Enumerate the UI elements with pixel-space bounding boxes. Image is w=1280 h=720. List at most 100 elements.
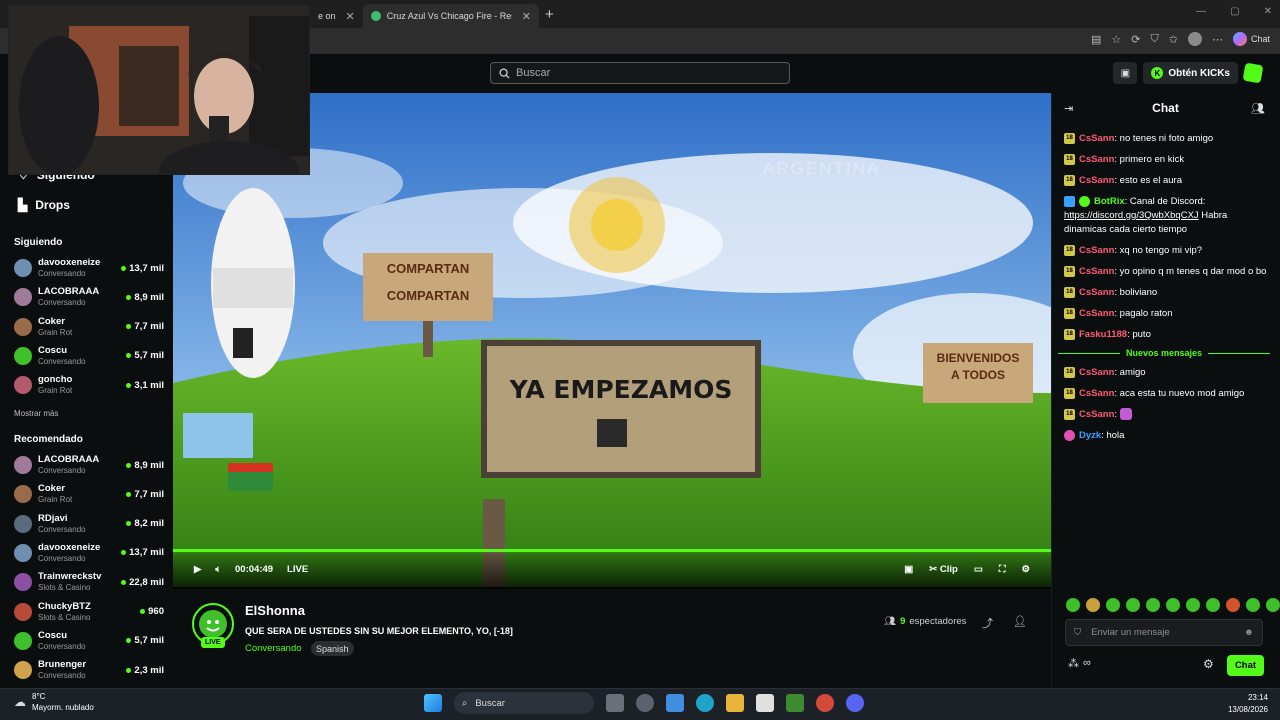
windows-start-icon[interactable] <box>424 694 442 712</box>
chat-username[interactable]: CsSann <box>1079 308 1114 319</box>
streamer-name[interactable]: ElShonna <box>245 603 305 618</box>
chat-badge-icon: 18 <box>1064 366 1075 378</box>
sidebar-channel[interactable]: Coscu Conversando 5,7 mil <box>14 627 164 655</box>
sidebar-item-drops[interactable]: ▙ Drops <box>18 198 70 212</box>
close-icon[interactable]: ✕ <box>346 10 355 23</box>
emote-icon[interactable] <box>1066 598 1080 612</box>
sidebar-channel[interactable]: Coker Grain Rot 7,7 mil <box>14 480 164 508</box>
chat-username[interactable]: CsSann <box>1079 266 1114 277</box>
sidebar-channel[interactable]: Brunenger Conversando 2,3 mil <box>14 656 164 684</box>
shield-icon[interactable]: ⛉ <box>1151 33 1159 46</box>
emote-icon[interactable] <box>1166 598 1180 612</box>
more-icon[interactable]: ⋯ <box>1212 33 1223 46</box>
live-label[interactable]: LIVE <box>287 564 308 575</box>
channel-meta: Brunenger Conversando <box>38 659 120 681</box>
favorites-icon[interactable]: ✩ <box>1169 33 1178 46</box>
share-icon[interactable]: ⤴ <box>982 615 993 631</box>
emote-icon[interactable] <box>1266 598 1280 612</box>
settings-icon[interactable]: ⚙ <box>1021 564 1030 575</box>
emote-icon[interactable] <box>1106 598 1120 612</box>
emote-icon[interactable] <box>1206 598 1220 612</box>
language-tag[interactable]: Spanish <box>311 641 354 656</box>
chat-username[interactable]: CsSann <box>1079 287 1114 298</box>
chat-username[interactable]: CsSann <box>1079 154 1114 165</box>
channel-avatar <box>14 661 32 680</box>
chrome-icon[interactable] <box>816 694 834 712</box>
weather-widget[interactable]: ☁ 8°C Mayorm. nublado <box>14 691 94 713</box>
chat-username[interactable]: CsSann <box>1079 175 1114 186</box>
search-input[interactable]: Buscar <box>490 62 790 84</box>
system-clock[interactable]: 23:14 13/08/2026 <box>1228 692 1268 716</box>
chat-username[interactable]: CsSann <box>1079 367 1114 378</box>
chat-text: amigo <box>1119 367 1146 378</box>
store-icon[interactable] <box>666 694 684 712</box>
chat-users-icon[interactable]: 👥︎ <box>1251 102 1265 115</box>
sidebar-channel[interactable]: RDjavi Conversando 8,2 mil <box>14 510 164 538</box>
chat-message-input[interactable]: ⛉ Enviar un mensaje ☻ <box>1065 619 1263 646</box>
chat-username[interactable]: Dyzk <box>1079 430 1101 441</box>
fullscreen-icon[interactable]: ⛶ <box>999 564 1006 575</box>
taskbar-search[interactable]: ⌕ Buscar <box>454 692 594 714</box>
clip-button[interactable]: ✂ Clip <box>929 564 958 575</box>
profile-avatar[interactable] <box>1187 32 1202 46</box>
volume-icon[interactable]: 🔈︎ <box>215 564 221 575</box>
emoji-icon[interactable]: ☻ <box>1244 627 1254 638</box>
get-kicks-button[interactable]: K Obtén KICKs <box>1143 62 1238 84</box>
emote-icon[interactable] <box>1146 598 1160 612</box>
new-tab-button[interactable]: + <box>545 6 554 23</box>
chat-link[interactable]: https://discord.gg/3QwbXbqCXJ <box>1064 210 1199 221</box>
user-avatar-icon[interactable] <box>1242 62 1264 84</box>
new-messages-divider: Nuevos mensajes <box>1058 348 1270 358</box>
minimize-icon[interactable]: — <box>1196 6 1206 17</box>
reader-icon[interactable]: ▤ <box>1091 33 1101 46</box>
maximize-icon[interactable]: ▢ <box>1230 6 1239 17</box>
show-more-link[interactable]: Mostrar más <box>14 409 58 418</box>
sidebar-channel[interactable]: LACOBRAAA Conversando 8,9 mil <box>14 451 164 479</box>
sidebar-channel[interactable]: Trainwreckstv Slots & Casino 22,8 mil <box>14 568 164 596</box>
infinity-icon[interactable]: ∞ <box>1083 657 1091 670</box>
browser-tab[interactable]: e on ✕ <box>310 4 363 28</box>
emote-icon[interactable] <box>1186 598 1200 612</box>
close-window-icon[interactable]: ✕ <box>1264 6 1272 17</box>
stream-category-link[interactable]: Conversando <box>245 643 302 654</box>
points-icon[interactable]: ⁂ <box>1068 657 1079 670</box>
ms-store-icon[interactable] <box>756 694 774 712</box>
miniplayer-icon[interactable]: ▣ <box>904 564 913 575</box>
favorite-star-icon[interactable]: ☆ <box>1111 33 1121 46</box>
extensions-icon[interactable]: ⟳ <box>1131 33 1140 46</box>
gift-icon[interactable]: ▣ <box>1113 62 1138 84</box>
chat-settings-icon[interactable]: ⚙ <box>1203 657 1214 671</box>
task-view-icon[interactable] <box>606 694 624 712</box>
emote-icon[interactable] <box>1086 598 1100 612</box>
follow-user-icon[interactable]: 👤︎ <box>1013 615 1027 628</box>
sidebar-channel[interactable]: Coker Grain Rot 7,7 mil <box>14 313 164 341</box>
browser-tab-active[interactable]: Cruz Azul Vs Chicago Fire - Result ✕ <box>362 4 539 28</box>
theater-icon[interactable]: ▭ <box>974 564 983 575</box>
sidebar-channel[interactable]: LACOBRAAA Conversando 8,9 mil <box>14 283 164 311</box>
chat-send-button[interactable]: Chat <box>1227 655 1264 676</box>
discord-icon[interactable] <box>846 694 864 712</box>
sidebar-channel[interactable]: davooxeneize Conversando 13,7 mil <box>14 254 164 282</box>
emote-icon[interactable] <box>1226 598 1240 612</box>
close-icon[interactable]: ✕ <box>522 10 531 23</box>
chat-username[interactable]: BotRix <box>1094 196 1125 207</box>
progress-bar[interactable] <box>173 549 1051 552</box>
play-icon[interactable]: ▶ <box>194 564 201 575</box>
emote-icon[interactable] <box>1246 598 1260 612</box>
search-icon: ⌕ <box>462 697 468 709</box>
settings-app-icon[interactable] <box>636 694 654 712</box>
sidebar-channel[interactable]: Coscu Conversando 5,7 mil <box>14 342 164 370</box>
sidebar-channel[interactable]: ChuckyBTZ Slots & Casino 960 <box>14 598 164 626</box>
folder-icon[interactable] <box>726 694 744 712</box>
copilot-button[interactable]: Chat <box>1232 32 1270 46</box>
chat-username[interactable]: CsSann <box>1079 133 1114 144</box>
chat-username[interactable]: CsSann <box>1079 388 1114 399</box>
edge-icon[interactable] <box>696 694 714 712</box>
chat-username[interactable]: CsSann <box>1079 409 1114 420</box>
emote-icon[interactable] <box>1126 598 1140 612</box>
minecraft-icon[interactable] <box>786 694 804 712</box>
chat-username[interactable]: CsSann <box>1079 245 1114 256</box>
sidebar-channel[interactable]: davooxeneize Conversando 13,7 mil <box>14 539 164 567</box>
sidebar-channel[interactable]: goncho Grain Rot 3,1 mil <box>14 371 164 399</box>
chat-username[interactable]: Fasku1188 <box>1079 329 1127 340</box>
